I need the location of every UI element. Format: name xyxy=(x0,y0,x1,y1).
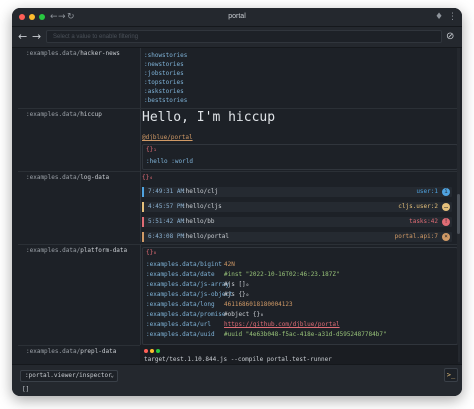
bottom-bar: :portal.viewer/inspector ⌄ >_ [] xyxy=(12,364,462,396)
log-time: 6:43:08 PM xyxy=(148,233,185,240)
chevron-down-icon: ⌄ xyxy=(110,372,114,379)
arrow-left-icon[interactable]: ← xyxy=(18,30,27,44)
log-namespace: :hello/cljs xyxy=(182,203,222,210)
scrollbar-thumb[interactable] xyxy=(457,194,460,234)
list-item[interactable]: :beststories xyxy=(144,97,187,105)
window-title: portal xyxy=(228,13,246,20)
platform-key[interactable]: :examples.data/js-object xyxy=(146,291,233,299)
platform-value[interactable]: 4611686018180004123 xyxy=(224,301,293,309)
log-time: 5:51:42 AM xyxy=(148,218,185,225)
hiccup-link[interactable]: @djblue/portal xyxy=(142,134,193,142)
list-item[interactable]: :showstories xyxy=(144,52,187,60)
error-icon: × xyxy=(442,233,450,241)
search-input[interactable]: Select a value to enable filtering xyxy=(46,30,442,43)
hiccup-map-box[interactable] xyxy=(142,144,458,170)
log-namespace: :hello/portal xyxy=(182,233,229,240)
platform-key[interactable]: :examples.data/url xyxy=(146,321,211,329)
log-location: tasks:42 xyxy=(409,218,438,225)
log-location: user:1 xyxy=(416,188,438,195)
hiccup-heading: Hello, I'm hiccup xyxy=(142,110,276,125)
terminal-zoom-dot xyxy=(156,349,160,353)
log-row[interactable]: 7:49:31 AM :hello/clj user:1 i xyxy=(142,187,452,197)
log-time: 4:45:57 PM xyxy=(148,203,185,210)
platform-key[interactable]: :examples.data/date xyxy=(146,271,215,279)
platform-value[interactable]: #uuid "4e63b048-f5ac-418e-a31d-d59524877… xyxy=(224,331,387,339)
info-icon: i xyxy=(442,188,450,196)
level-bar xyxy=(142,202,144,212)
map-key[interactable]: :examples.data/platform-data xyxy=(26,247,127,255)
list-item[interactable]: :jobstories xyxy=(144,70,184,78)
platform-key[interactable]: :examples.data/promise xyxy=(146,311,225,319)
map-entry-hacker-news[interactable]: :examples.data/hacker-news xyxy=(18,48,460,108)
warning-icon: ! xyxy=(442,218,450,226)
map-key[interactable]: :examples.data/hacker-news xyxy=(26,50,120,58)
log-location: cljs.user:2 xyxy=(398,203,438,210)
terminal-close-dot xyxy=(144,349,148,353)
portal-window: ← → ↻ portal ♦ ⋮ ← → Select a value to e… xyxy=(12,8,462,396)
map-brace[interactable]: {}₁ xyxy=(146,146,157,153)
extension-icon[interactable]: ♦ xyxy=(435,11,443,23)
terminal-icon[interactable]: >_ xyxy=(444,368,458,382)
clear-filter-icon[interactable]: ⊘ xyxy=(446,31,454,43)
log-row[interactable]: 5:51:42 AM :hello/bb tasks:42 ! xyxy=(142,217,452,227)
platform-count[interactable]: {}₈ xyxy=(146,249,157,256)
inspector-content: :examples.data/hacker-news :showstories … xyxy=(12,48,462,362)
platform-value[interactable]: #js {}₀ xyxy=(224,291,249,299)
list-item[interactable]: :askstories xyxy=(144,88,184,96)
level-bar xyxy=(142,217,144,227)
log-row[interactable]: 4:45:57 PM :hello/cljs cljs.user:2 … xyxy=(142,202,452,212)
debug-icon: … xyxy=(442,203,450,211)
terminal-minimize-dot xyxy=(150,349,154,353)
viewer-select-value: :portal.viewer/inspector xyxy=(25,372,112,379)
log-location: portal.api:7 xyxy=(394,233,438,240)
map-key[interactable]: :examples.data/log-data xyxy=(26,174,109,182)
platform-value[interactable]: 42N xyxy=(224,261,235,269)
map-value xyxy=(140,48,459,108)
title-bar: ← → ↻ portal ♦ ⋮ xyxy=(12,8,462,27)
platform-value[interactable]: #js []₀ xyxy=(224,281,249,289)
viewer-select[interactable]: :portal.viewer/inspector ⌄ xyxy=(20,370,118,382)
platform-key[interactable]: :examples.data/uuid xyxy=(146,331,215,339)
level-bar xyxy=(142,187,144,197)
log-row[interactable]: 6:43:08 PM :hello/portal portal.api:7 × xyxy=(142,232,452,242)
platform-key[interactable]: :examples.data/long xyxy=(146,301,215,309)
menu-icon[interactable]: ⋮ xyxy=(448,11,457,23)
map-key[interactable]: :examples.data/hiccup xyxy=(26,111,102,119)
log-namespace: :hello/bb xyxy=(182,218,215,225)
list-item[interactable]: :topstories xyxy=(144,79,184,87)
list-item[interactable]: :newstories xyxy=(144,61,184,69)
platform-value[interactable]: #inst "2022-10-16T02:46:23.187Z" xyxy=(224,271,340,279)
platform-value[interactable]: https://github.com/djblue/portal xyxy=(224,321,340,329)
log-time: 7:49:31 AM xyxy=(148,188,185,195)
toolbar: ← → Select a value to enable filtering ⊘ xyxy=(12,27,462,48)
terminal-text: target/test.1.10.844.js --compile portal… xyxy=(144,356,332,363)
level-bar xyxy=(142,232,144,242)
arrow-right-icon[interactable]: → xyxy=(32,30,41,44)
log-namespace: :hello/clj xyxy=(182,188,219,195)
log-count[interactable]: {}₄ xyxy=(142,174,153,181)
platform-key[interactable]: :examples.data/js-array xyxy=(146,281,229,289)
platform-key[interactable]: :examples.data/bigint xyxy=(146,261,222,269)
hiccup-body[interactable]: :hello :world xyxy=(146,158,193,166)
map-key[interactable]: :examples.data/prepl-data xyxy=(26,348,116,356)
selected-value: [] xyxy=(22,386,30,393)
platform-value[interactable]: #object {}₀ xyxy=(224,311,264,319)
